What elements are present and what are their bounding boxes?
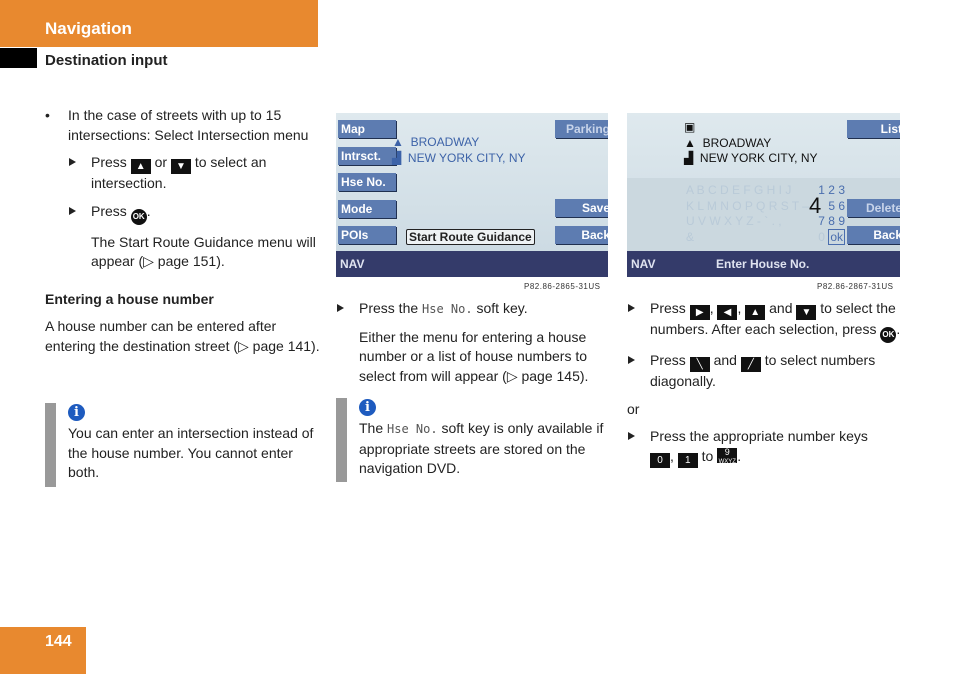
text: Press (650, 352, 686, 368)
softkey-pois[interactable]: POIs (338, 226, 396, 244)
city-icon: ▟ (684, 151, 694, 165)
text: Press the appropriate number keys (650, 428, 868, 444)
right-key-icon: ▶ (689, 305, 710, 320)
letter-row[interactable]: A B C D E F G H I J (686, 183, 809, 199)
softkey-delete[interactable]: Delete (847, 199, 900, 217)
result-text: The Start Route Guidance menu will appea… (91, 233, 316, 270)
step-diagonal-keys: Press ╲ and ╱ to select numbers diagonal… (627, 351, 902, 392)
ok-key[interactable]: ok (828, 228, 845, 245)
softkey-parking[interactable]: Parking (555, 120, 608, 138)
city: NEW YORK CITY, NY (699, 151, 818, 165)
step-number-keys: Press the appropriate number keys 0, 1 to… (627, 427, 902, 468)
info-icon: i (68, 404, 85, 421)
softkey-ref: Hse No. (422, 302, 473, 316)
page-number-box: 144 (0, 627, 86, 674)
bullet-item: • In the case of streets with up to 15 in… (45, 107, 309, 143)
screen-title: Enter House No. (716, 257, 810, 271)
text: or (154, 154, 168, 170)
status-label: NAV (340, 257, 365, 271)
right-column: Press ▶, ◀, ▲ and ▼ to select the number… (627, 299, 902, 468)
softkey-ref: Hse No. (387, 422, 438, 436)
subsection-marker (0, 48, 37, 68)
status-bar: NAV (336, 251, 608, 277)
softkey-mode[interactable]: Mode (338, 200, 396, 218)
key-9-icon: 9 WXYZ (717, 446, 738, 465)
letter-row[interactable]: U V W X Y Z - ` . , (686, 214, 809, 230)
house-icon: ▣ (684, 120, 696, 134)
street-icon: ▲ (392, 135, 404, 149)
digit-row[interactable]: 0 (818, 230, 825, 244)
heading-house-number: Entering a house number (45, 290, 214, 307)
softkey-map[interactable]: Map (338, 120, 396, 138)
city: NEW YORK CITY, NY (407, 150, 526, 165)
street: BROADWAY (410, 135, 480, 149)
page-number: 144 (45, 633, 72, 650)
diagonal-down-key-icon: ╲ (689, 357, 710, 372)
text: Press (91, 202, 127, 219)
info-icon: i (359, 399, 376, 416)
softkey-house-no[interactable]: Hse No. (338, 173, 396, 191)
note-text: You can enter an intersection instead of… (68, 425, 314, 480)
step-press-ok: Press OK. (68, 202, 320, 225)
softkey-save[interactable]: Save (555, 199, 608, 217)
text: . (896, 321, 901, 337)
key-1-icon: 1 (677, 452, 698, 468)
diagonal-up-key-icon: ╱ (740, 357, 761, 372)
softkey-back[interactable]: Back (847, 226, 900, 244)
section-header: Navigation (0, 0, 318, 47)
key-digit: 9 (724, 446, 730, 457)
status-label: NAV (631, 257, 656, 271)
subsection-title: Destination input (45, 52, 168, 69)
text: Press (91, 154, 127, 170)
down-key-icon: ▼ (170, 159, 191, 174)
street-icon: ▲ (684, 135, 696, 150)
nav-screen-destination: Map Intrsct. Hse No. Mode POIs Parking S… (336, 113, 608, 277)
street: BROADWAY (702, 135, 772, 150)
softkey-intersection[interactable]: Intrsct. (338, 147, 396, 165)
text: and (769, 300, 793, 316)
step-press-hse-no: Press the Hse No. soft key. (336, 299, 611, 320)
up-key-icon: ▲ (130, 159, 151, 174)
softkey-list[interactable]: List (847, 120, 900, 138)
status-bar: NAV Enter House No. (627, 251, 900, 277)
text: to (701, 447, 714, 464)
city-icon: ▟ (392, 150, 402, 165)
middle-column: Press the Hse No. soft key. Either the m… (336, 299, 611, 386)
address: ▣ ▲ BROADWAY ▟ NEW YORK CITY, NY (684, 120, 818, 167)
intro-paragraph: A house number can be entered after ente… (45, 318, 320, 354)
letter-row[interactable]: & (686, 230, 809, 246)
text: and (713, 352, 737, 368)
letter-keypad: A B C D E F G H I J K L M N O P Q R S T … (686, 183, 809, 245)
or-text: or (627, 400, 640, 417)
info-note: i The Hse No. soft key is only available… (336, 398, 617, 482)
info-note: i You can enter an intersection instead … (45, 403, 320, 487)
figure-caption: P82.86-2865-31US (524, 282, 601, 291)
left-column: • In the case of streets with up to 15 in… (45, 106, 320, 356)
softkey-back[interactable]: Back (555, 226, 608, 244)
left-key-icon: ◀ (717, 305, 738, 320)
bullet-text: In the case of streets with up to 15 int… (68, 107, 309, 143)
address: ▲ BROADWAY ▟ NEW YORK CITY, NY (392, 135, 526, 166)
ok-key-icon: OK (130, 208, 147, 225)
ok-key-icon: OK (880, 327, 897, 343)
result-text: Either the menu for entering a house num… (359, 328, 589, 384)
down-key-icon: ▼ (796, 305, 817, 320)
letter-row[interactable]: K L M N O P Q R S T – (686, 199, 809, 215)
start-route-guidance-button[interactable]: Start Route Guidance (406, 229, 535, 245)
key-letters: WXYZ (718, 458, 736, 465)
key-0-icon: 0 (650, 452, 670, 468)
step-select-intersection: Press ▲ or ▼ to select an intersection. (68, 153, 320, 194)
nav-screen-house-number: List Delete Back ▣ ▲ BROADWAY ▟ NEW YORK… (627, 113, 900, 277)
text: Press (650, 300, 686, 316)
up-key-icon: ▲ (745, 305, 766, 320)
text: . (146, 202, 151, 219)
figure-caption: P82.86-2867-31US (817, 282, 894, 291)
text: The (359, 420, 384, 436)
step-arrow-keys: Press ▶, ◀, ▲ and ▼ to select the number… (627, 299, 902, 343)
selected-digit: 4 (809, 193, 822, 218)
section-title: Navigation (45, 19, 132, 38)
text: soft key. (476, 300, 528, 316)
text: Press the (359, 300, 419, 316)
